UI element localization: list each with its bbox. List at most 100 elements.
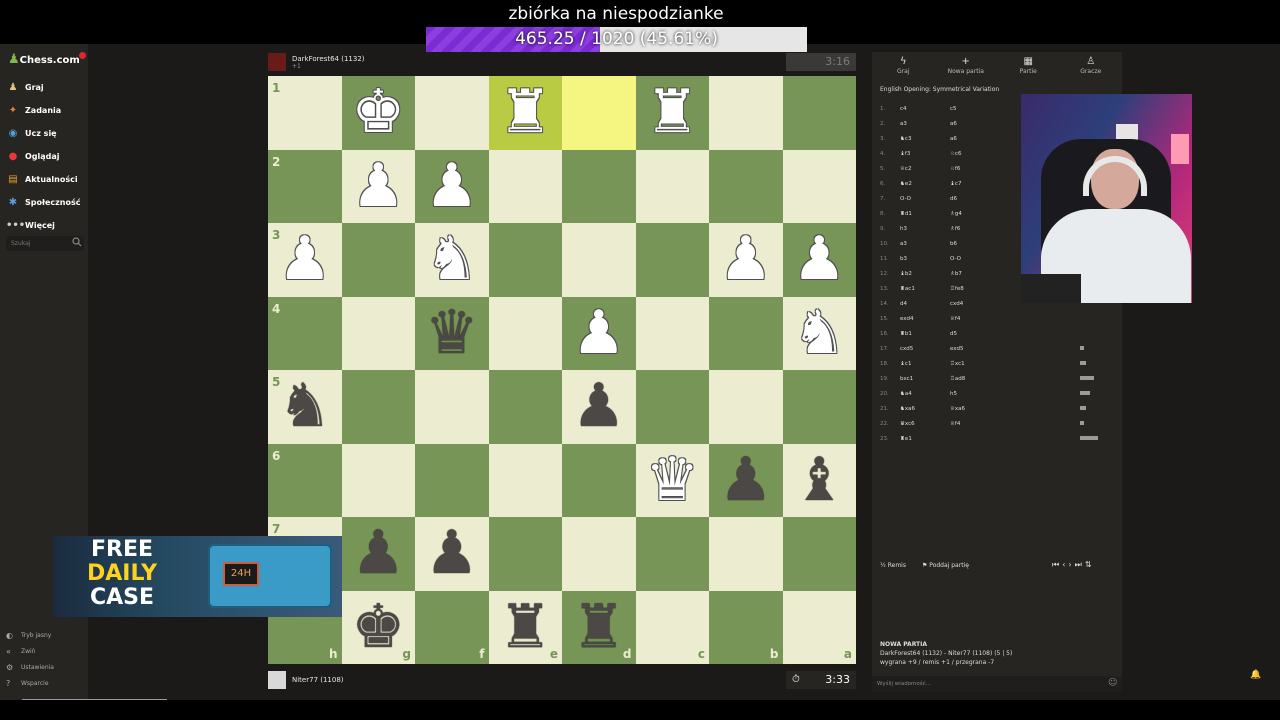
board-square[interactable] — [562, 76, 636, 150]
board-square[interactable] — [709, 517, 783, 591]
board-square[interactable] — [488, 370, 562, 444]
move[interactable]: a6 — [950, 121, 1000, 127]
board-square[interactable]: ♟ — [562, 370, 636, 444]
white-pawn-icon[interactable]: ♟ — [268, 223, 342, 297]
board-square[interactable]: ♞ — [415, 223, 489, 297]
board-square[interactable] — [488, 223, 562, 297]
move[interactable]: d5 — [950, 331, 1000, 337]
move[interactable]: ♖fe8 — [950, 286, 1000, 292]
move[interactable]: ♗f6 — [950, 226, 1000, 232]
board-square[interactable] — [341, 223, 415, 297]
move[interactable]: d4 — [900, 301, 950, 307]
move[interactable]: ♗b7 — [950, 271, 1000, 277]
board-square[interactable]: ♞ — [782, 296, 857, 371]
sidebar-item-graj[interactable]: ♟ Graj — [6, 76, 86, 99]
tab-gracze[interactable]: ♙ Gracze — [1060, 52, 1123, 82]
chess-logo[interactable]: ♟Chess.com — [8, 52, 80, 67]
board-square[interactable] — [635, 149, 709, 223]
move[interactable]: a3 — [900, 241, 950, 247]
move[interactable]: ♜e1 — [900, 436, 950, 442]
black-bishop-icon[interactable]: ♝ — [783, 444, 857, 518]
black-pawn-icon[interactable]: ♟ — [709, 444, 783, 518]
move[interactable]: ♕xa6 — [950, 406, 1000, 412]
board-square[interactable] — [488, 443, 562, 517]
move-navigation[interactable]: ⏮‹›⏭⇅ — [1052, 560, 1095, 570]
move[interactable]: ♜d1 — [900, 211, 950, 217]
move[interactable]: ♝c1 — [900, 361, 950, 367]
board-square[interactable]: e ♜ — [488, 590, 563, 665]
board-square[interactable]: 6 — [268, 443, 342, 517]
sidebar-bottom-item[interactable]: ? Wsparcie — [6, 675, 86, 691]
board-square[interactable]: ♟ — [709, 223, 783, 297]
bell-icon[interactable]: 🔔 — [1250, 670, 1261, 680]
board-square[interactable]: g ♚ — [341, 590, 415, 664]
move[interactable]: ♕f4 — [950, 316, 1000, 322]
board-square[interactable] — [562, 517, 636, 591]
move[interactable]: cxd4 — [950, 301, 1000, 307]
move[interactable]: exd5 — [950, 346, 1000, 352]
board-square[interactable] — [415, 443, 489, 517]
move[interactable]: h5 — [950, 391, 1000, 397]
sidebar-item-społeczność[interactable]: ✱ Społeczność — [6, 191, 86, 214]
board-square[interactable] — [341, 370, 415, 444]
board-square[interactable]: f — [415, 590, 489, 664]
sidebar-item-zadania[interactable]: ✦ Zadania — [6, 99, 86, 122]
black-rook-icon[interactable]: ♜ — [562, 591, 636, 665]
move[interactable]: ♛xc6 — [900, 421, 950, 427]
black-knight-icon[interactable]: ♞ — [268, 370, 342, 444]
sidebar-bottom-item[interactable]: ◐ Tryb jasny — [6, 627, 86, 643]
board-square[interactable]: ♟ — [341, 517, 415, 591]
white-pawn-icon[interactable]: ♟ — [709, 223, 783, 297]
resign-button[interactable]: ⚑ Poddaj partię — [922, 562, 969, 569]
tab-partie[interactable]: ▦ Partie — [997, 52, 1060, 82]
board-square[interactable] — [782, 370, 856, 444]
black-rook-icon[interactable]: ♜ — [489, 591, 563, 665]
black-pawn-icon[interactable]: ♟ — [415, 517, 489, 591]
board-square[interactable] — [782, 76, 856, 150]
move[interactable]: ♞e2 — [900, 181, 950, 187]
sidebar-bottom-item[interactable]: ⚙ Ustawienia — [6, 659, 86, 675]
white-knight-icon[interactable]: ♞ — [415, 223, 489, 297]
move[interactable]: O-O — [950, 256, 1000, 262]
flip-board-icon[interactable]: ⇅ — [1085, 560, 1095, 569]
move[interactable]: a6 — [950, 136, 1000, 142]
sidebar-item-więcej[interactable]: ••• Więcej — [6, 214, 86, 237]
black-queen-icon[interactable]: ♛ — [415, 297, 489, 371]
bottom-player[interactable]: Niter77 (1108) — [268, 670, 344, 690]
board-square[interactable] — [562, 443, 636, 517]
board-square[interactable] — [709, 149, 783, 223]
board-square[interactable]: ♝ — [782, 443, 857, 518]
board-square[interactable]: ♟ — [341, 149, 415, 223]
board-square[interactable]: ♟ — [709, 443, 783, 518]
move[interactable]: ♗g4 — [950, 211, 1000, 217]
white-rook-icon[interactable]: ♜ — [489, 76, 563, 150]
move[interactable]: bxc1 — [900, 376, 950, 382]
top-player[interactable]: DarkForest64 (1132) +1 — [268, 52, 365, 72]
move[interactable]: ♝b2 — [900, 271, 950, 277]
white-king-icon[interactable]: ♚ — [342, 76, 416, 150]
move[interactable]: b3 — [900, 256, 950, 262]
board-square[interactable] — [341, 296, 415, 370]
board-square[interactable] — [562, 149, 636, 223]
white-pawn-icon[interactable]: ♟ — [783, 223, 857, 297]
white-pawn-icon[interactable]: ♟ — [562, 297, 636, 371]
move[interactable]: ♖xc1 — [950, 361, 1000, 367]
board-square[interactable]: a — [782, 590, 856, 664]
free-daily-case-ad[interactable]: FREE DAILY CASE 24H — [53, 536, 342, 617]
board-square[interactable] — [488, 149, 562, 223]
sidebar-item-oglądaj[interactable]: ● Oglądaj — [6, 145, 86, 168]
move[interactable]: ♘f6 — [950, 166, 1000, 172]
move[interactable]: ♝f3 — [900, 151, 950, 157]
white-knight-icon[interactable]: ♞ — [783, 297, 857, 371]
move[interactable]: ♖ad8 — [950, 376, 1000, 382]
board-square[interactable]: ♛ — [415, 296, 489, 371]
move[interactable]: ♞a4 — [900, 391, 950, 397]
chess-board[interactable]: 1♚♜♜2♟♟3♟♞♟♟4♛♟♞5♞♟6♛♟♝7♟♟8hg♚fe♜d♜cba — [268, 76, 856, 664]
sidebar-bottom-item[interactable]: «Zwiń — [6, 643, 86, 659]
board-square[interactable]: 1 — [268, 76, 342, 150]
board-square[interactable] — [782, 149, 856, 223]
move[interactable]: exd4 — [900, 316, 950, 322]
first-move-icon[interactable]: ⏮ — [1052, 560, 1062, 569]
board-square[interactable]: d ♜ — [562, 590, 636, 665]
sidebar-item-ucz-się[interactable]: ◉ Ucz się — [6, 122, 86, 145]
